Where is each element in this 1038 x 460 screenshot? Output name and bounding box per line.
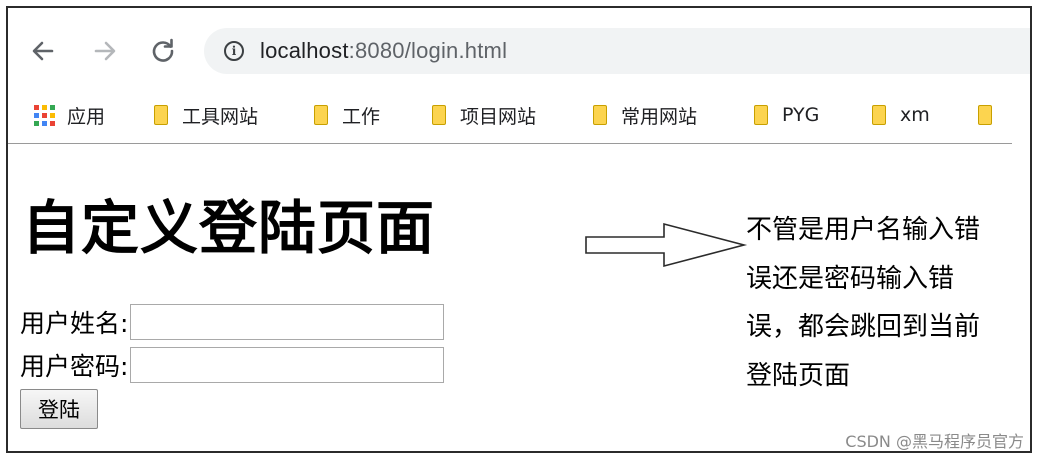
right-arrow-icon — [585, 222, 748, 268]
browser-window: i localhost:8080/login.html 应用 工具网站 工作 项… — [6, 6, 1032, 453]
folder-icon — [593, 105, 607, 125]
bookmark-label: 项目网站 — [460, 105, 537, 128]
annotation-text: 不管是用户名输入错 误还是密码输入错 误，都会跳回到当前 登陆页面 — [746, 206, 1026, 400]
login-button[interactable]: 登陆 — [20, 389, 98, 429]
forward-button[interactable] — [88, 34, 122, 68]
folder-icon — [432, 105, 446, 125]
username-label: 用户姓名: — [20, 309, 129, 338]
annotation-line: 登陆页面 — [746, 360, 851, 391]
bookmark-folder-tools[interactable]: 工具网站 — [154, 102, 258, 128]
bookmark-folder-xm[interactable]: xm — [872, 102, 930, 128]
back-button[interactable] — [26, 34, 60, 68]
bookmark-folder-more[interactable] — [978, 102, 1006, 128]
password-input[interactable] — [130, 347, 445, 383]
reload-icon — [152, 38, 174, 62]
bookmark-label: 常用网站 — [621, 105, 698, 128]
annotation-line: 不管是用户名输入错 — [746, 215, 981, 245]
navigation-bar: i localhost:8080/login.html — [8, 22, 1030, 80]
folder-icon — [754, 105, 768, 125]
page-title: 自定义登陆页面 — [22, 194, 436, 262]
bookmark-label: xm — [900, 104, 930, 126]
bookmark-label: 工具网站 — [182, 105, 259, 128]
bookmark-folder-pyg[interactable]: PYG — [754, 102, 819, 128]
bookmark-folder-projects[interactable]: 项目网站 — [432, 102, 536, 128]
info-icon[interactable]: i — [224, 41, 244, 61]
url-text[interactable]: localhost:8080/login.html — [260, 38, 507, 64]
folder-icon — [154, 105, 168, 125]
username-input[interactable] — [130, 304, 445, 340]
password-row: 用户密码: — [20, 347, 445, 383]
apps-grid-icon — [34, 104, 55, 126]
forward-arrow-icon — [94, 41, 116, 61]
bookmark-folder-work[interactable]: 工作 — [314, 102, 380, 128]
bookmark-apps[interactable]: 应用 — [34, 102, 105, 128]
password-label: 用户密码: — [20, 352, 129, 381]
watermark: CSDN @黑马程序员官方 — [845, 432, 1024, 451]
annotation-line: 误还是密码输入错 — [746, 263, 955, 294]
folder-icon — [314, 105, 328, 125]
folder-icon — [978, 105, 992, 125]
toolbar-divider — [8, 143, 1012, 144]
url-host: localhost — [260, 38, 349, 63]
address-bar[interactable]: i localhost:8080/login.html — [204, 28, 1030, 74]
username-row: 用户姓名: — [20, 304, 445, 340]
back-arrow-icon — [32, 41, 54, 61]
reload-button[interactable] — [146, 34, 180, 68]
bookmark-folder-common[interactable]: 常用网站 — [593, 102, 697, 128]
bookmark-label: 应用 — [67, 105, 106, 128]
bookmarks-bar: 应用 工具网站 工作 项目网站 常用网站 PYG xm — [8, 92, 1030, 136]
bookmark-label: PYG — [782, 104, 820, 126]
bookmark-label: 工作 — [342, 105, 381, 128]
annotation-line: 误，都会跳回到当前 — [746, 312, 981, 342]
folder-icon — [872, 105, 886, 125]
url-path: :8080/login.html — [348, 38, 508, 63]
